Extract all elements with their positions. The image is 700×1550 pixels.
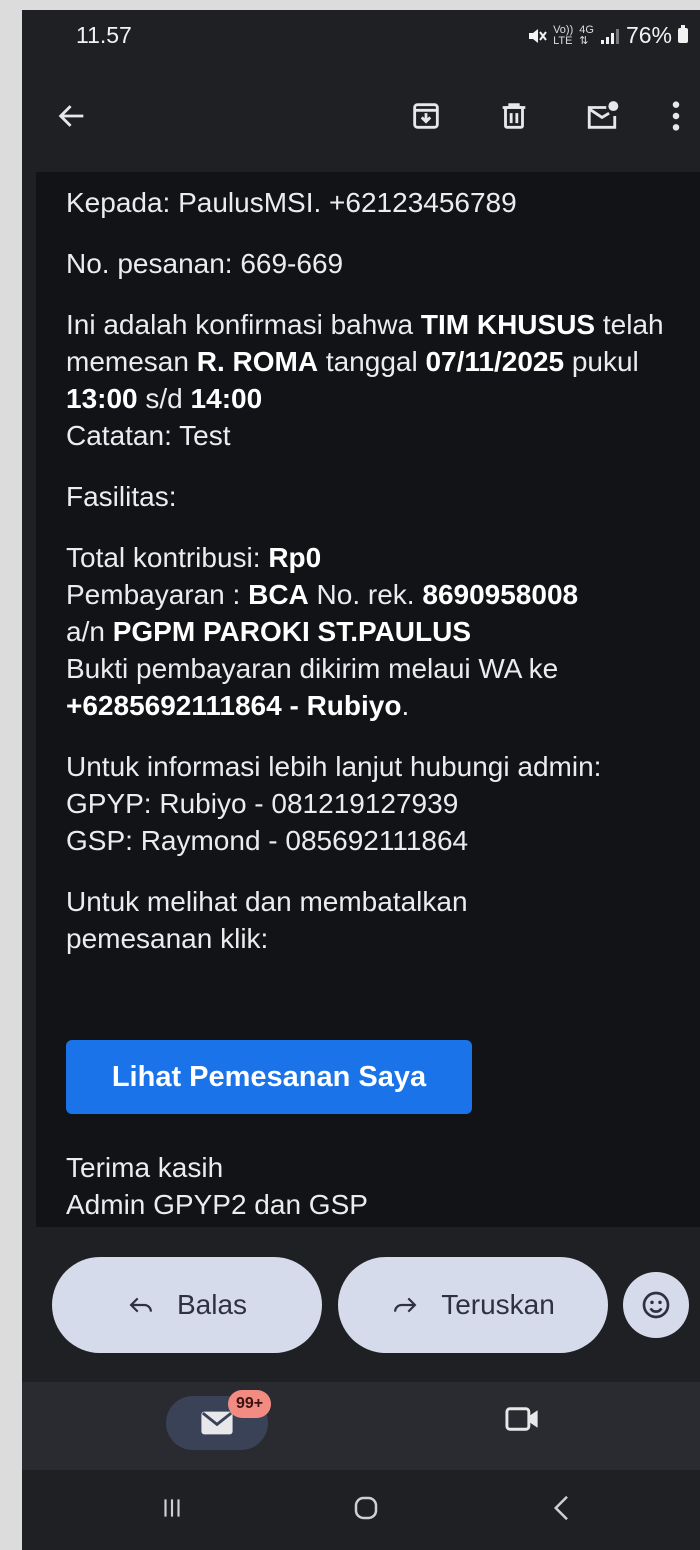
- home-icon[interactable]: [346, 1488, 386, 1528]
- arrow-left-icon[interactable]: [52, 96, 92, 136]
- signal-icon: [600, 28, 619, 44]
- email-body: Kepada: PaulusMSI. +62123456789 No. pesa…: [36, 172, 700, 1227]
- bottom-navigation: [22, 1382, 700, 1470]
- payment-info: Total kontribusi: Rp0 Pembayaran : BCA N…: [66, 542, 579, 721]
- note: Catatan: Test: [66, 420, 231, 451]
- signature: Admin GPYP2 dan GSP: [66, 1189, 368, 1220]
- facilities: Fasilitas:: [66, 481, 177, 512]
- account-number: 8690958008: [422, 579, 579, 610]
- reply-button[interactable]: Balas: [52, 1257, 322, 1353]
- email-text: Kepada: PaulusMSI. +62123456789 No. pesa…: [66, 184, 686, 1220]
- network-type: 4G ⇅: [579, 23, 594, 47]
- mute-icon: [529, 28, 547, 43]
- forward-icon: [394, 1297, 417, 1313]
- booking-date: 07/11/2025: [425, 346, 565, 377]
- nav-meet[interactable]: [504, 1404, 542, 1439]
- clock: 11.57: [76, 22, 132, 48]
- cancel-instructions: Untuk melihat dan membatalkan pemesanan …: [66, 886, 468, 954]
- emoji-react-button[interactable]: [623, 1272, 689, 1338]
- bank-name: BCA: [248, 579, 309, 610]
- confirmation-paragraph: Ini adalah konfirmasi bahwa TIM KHUSUS t…: [66, 309, 664, 451]
- unread-badge: 99+: [228, 1390, 272, 1418]
- end-time: 14:00: [190, 383, 263, 414]
- total-contribution: Rp0: [268, 542, 322, 573]
- back-icon[interactable]: [542, 1488, 582, 1528]
- battery-icon: [678, 25, 688, 43]
- phone-screen: 11.57 Vo)) LTE 4G ⇅ 76% Kepada: PaulusMS…: [22, 10, 700, 1550]
- top-app-bar: [22, 62, 700, 172]
- trash-icon[interactable]: [494, 96, 534, 136]
- status-icons: Vo)) LTE 4G ⇅ 76%: [527, 22, 688, 49]
- order-number: No. pesanan: 669-669: [66, 248, 344, 279]
- smiley-icon: [642, 1291, 670, 1319]
- closing: Terima kasih Admin GPYP2 dan GSP: [66, 1152, 368, 1220]
- forward-button[interactable]: Teruskan: [338, 1257, 608, 1353]
- volte-indicator: Vo)) LTE: [553, 23, 574, 47]
- battery-level: 76%: [625, 22, 672, 48]
- view-booking-button[interactable]: Lihat Pemesanan Saya: [66, 1040, 472, 1114]
- reply-icon: [129, 1297, 152, 1313]
- account-holder: PGPM PAROKI ST.PAULUS: [112, 616, 472, 647]
- mail-icon: [201, 1411, 233, 1435]
- room-name: R. ROMA: [196, 346, 319, 377]
- mail-unread-icon[interactable]: [582, 96, 622, 136]
- status-bar: 11.57 Vo)) LTE 4G ⇅ 76%: [22, 10, 700, 62]
- system-navigation: [22, 1470, 700, 1550]
- recipient-line: Kepada: PaulusMSI. +62123456789: [66, 187, 517, 218]
- proof-contact: +6285692111864 - Rubiyo: [66, 690, 402, 721]
- video-icon: [505, 1407, 538, 1431]
- recents-icon[interactable]: [152, 1488, 192, 1528]
- team-name: TIM KHUSUS: [420, 309, 596, 340]
- more-vert-icon[interactable]: [658, 96, 694, 136]
- admin-contacts: Untuk informasi lebih lanjut hubungi adm…: [66, 751, 602, 856]
- start-time: 13:00: [66, 383, 138, 414]
- contact-gpyp: GPYP: Rubiyo - 081219127939: [66, 788, 459, 819]
- archive-icon[interactable]: [406, 96, 446, 136]
- contact-gsp: GSP: Raymond - 085692111864: [66, 825, 469, 856]
